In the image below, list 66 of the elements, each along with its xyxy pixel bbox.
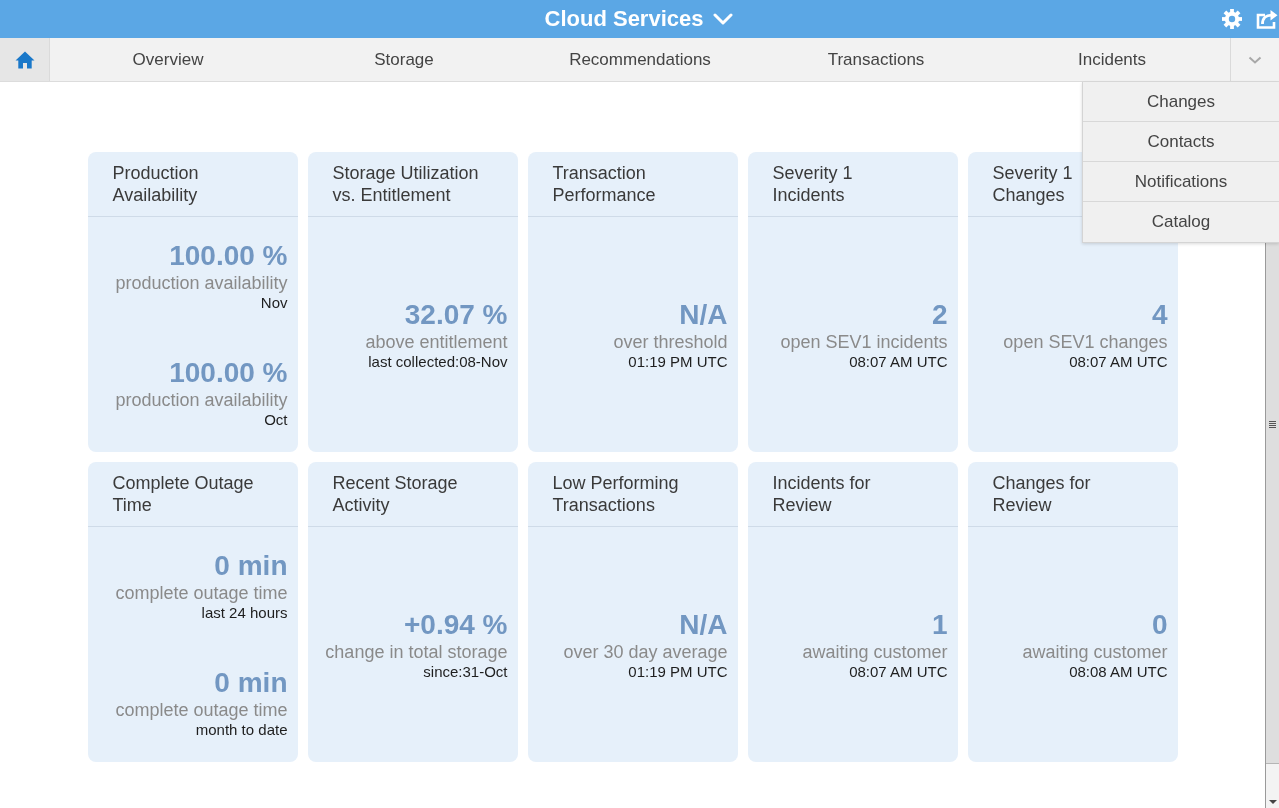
metric-label: awaiting customer [802, 640, 948, 663]
app-title: Cloud Services [544, 5, 704, 33]
nav-tab[interactable]: Storage [286, 38, 522, 81]
share-button[interactable] [1256, 9, 1278, 29]
metric-value: 1 [931, 608, 948, 641]
metric-label: production availability [115, 271, 288, 294]
metric-value: 0 min [214, 549, 288, 582]
metric-label: above entitlement [365, 330, 508, 353]
metric-note: Oct [264, 411, 288, 430]
scroll-down-arrow-icon[interactable] [1268, 800, 1277, 804]
metric-value: 32.07 % [404, 298, 508, 331]
metric-label: change in total storage [325, 640, 508, 663]
home-button[interactable] [0, 38, 50, 81]
metric-label: awaiting customer [1022, 640, 1168, 663]
settings-icon [1222, 9, 1242, 29]
metric-value: N/A [679, 608, 728, 641]
tile-title: Transaction Performance [552, 163, 656, 205]
menu-item[interactable]: Contacts [1083, 122, 1279, 162]
menu-item[interactable]: Notifications [1083, 162, 1279, 202]
tile-title: Storage Utilization vs. Entitlement [332, 163, 479, 205]
tile-title: Incidents for Review [772, 473, 871, 515]
metric-note: 08:07 AM UTC [849, 662, 948, 681]
menu-item[interactable]: Catalog [1083, 202, 1279, 242]
tile-title: Complete Outage Time [112, 473, 254, 515]
metric-value: 2 [931, 298, 948, 331]
metric-value: N/A [679, 298, 728, 331]
tile-title: Recent Storage Activity [332, 473, 458, 515]
metric-note: since:31-Oct [423, 662, 508, 681]
metric-note: 01:19 PM UTC [628, 352, 728, 371]
metric-label: complete outage time [115, 699, 288, 722]
tile-title: Severity 1 Incidents [772, 163, 853, 205]
metric-label: over 30 day average [563, 640, 728, 663]
settings-button[interactable] [1222, 9, 1242, 29]
metric-note: 08:08 AM UTC [1069, 662, 1168, 681]
metric-value: 0 [1151, 608, 1168, 641]
metric-note: 01:19 PM UTC [628, 662, 728, 681]
metric-label: over threshold [613, 330, 728, 353]
menu-item[interactable]: Changes [1083, 82, 1279, 122]
tile-title: Production Availability [112, 163, 199, 205]
metric-note: last collected:08-Nov [368, 352, 508, 371]
metric-note: Nov [260, 293, 288, 312]
metric-value: 4 [1151, 298, 1168, 331]
metric-label: open SEV1 incidents [780, 330, 948, 353]
home-icon [14, 50, 35, 69]
metric-note: last 24 hours [201, 603, 288, 622]
metric-value: 0 min [214, 667, 288, 700]
metric-label: production availability [115, 389, 288, 412]
nav-tab[interactable]: Incidents [994, 38, 1230, 81]
nav-tab[interactable]: Transactions [758, 38, 994, 81]
chevron-down-icon [1248, 55, 1262, 64]
tile-title: Low Performing Transactions [552, 473, 679, 515]
metric-note: month to date [195, 721, 288, 740]
grip-icon [1269, 420, 1276, 428]
chevron-down-icon [713, 13, 734, 25]
tile-title: Changes for Review [992, 473, 1091, 515]
metric-note: 08:07 AM UTC [849, 352, 948, 371]
share-icon [1256, 9, 1278, 29]
nav-tab[interactable]: Overview [50, 38, 286, 81]
metric-label: open SEV1 changes [1003, 330, 1168, 353]
metric-note: 08:07 AM UTC [1069, 352, 1168, 371]
tile-title: Severity 1 Changes [992, 163, 1073, 205]
metric-value: 100.00 % [169, 239, 288, 272]
metric-value: 100.00 % [169, 357, 288, 390]
nav-tab[interactable]: Recommendations [522, 38, 758, 81]
metric-label: complete outage time [115, 581, 288, 604]
metric-value: +0.94 % [403, 608, 508, 641]
